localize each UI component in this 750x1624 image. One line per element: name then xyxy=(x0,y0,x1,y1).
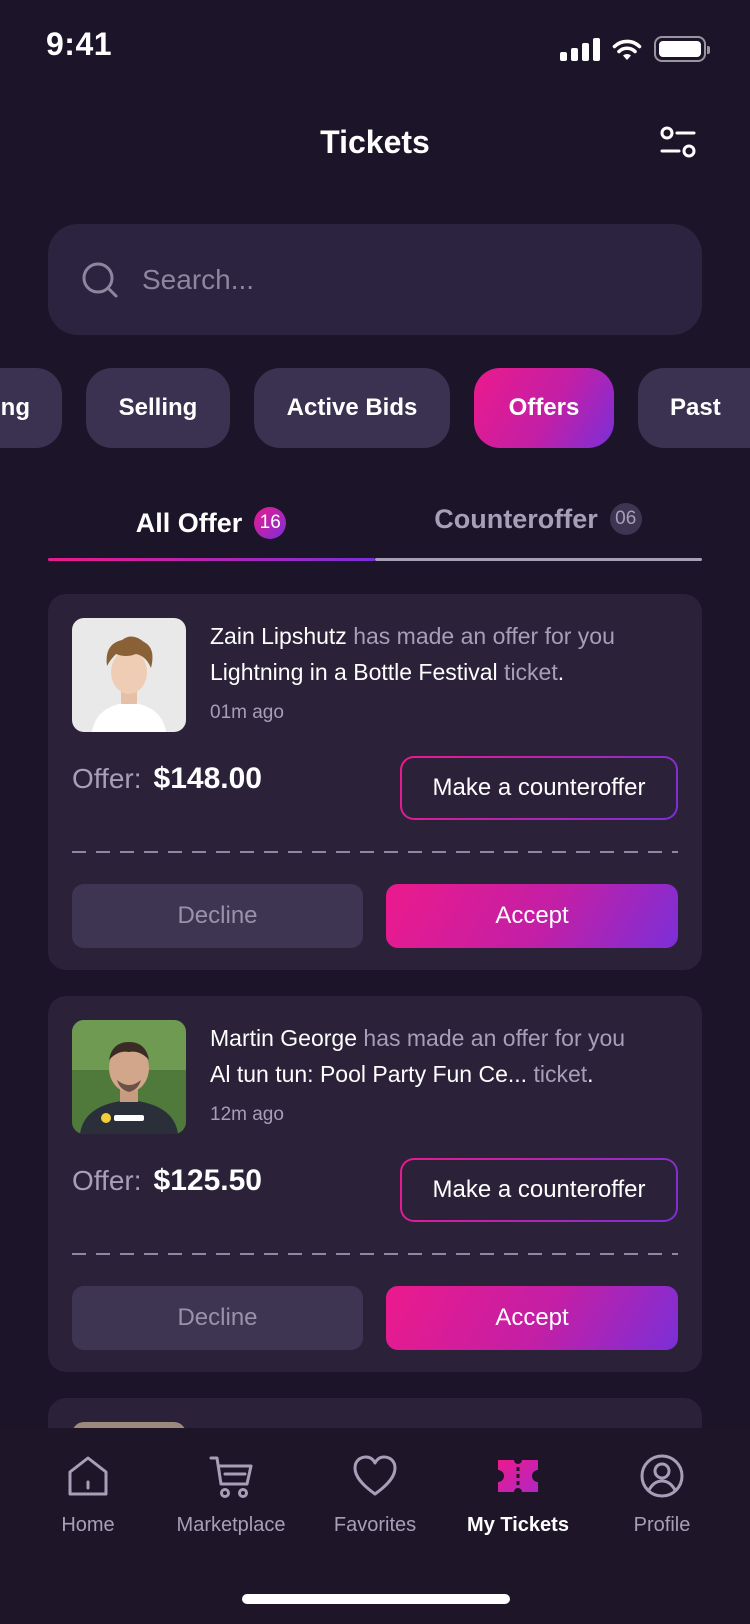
offer-sender-name: Zain Lipshutz xyxy=(210,623,347,649)
divider xyxy=(72,1253,678,1255)
accept-button[interactable]: Accept xyxy=(386,1286,678,1350)
cart-icon xyxy=(209,1456,253,1498)
profile-icon xyxy=(640,1454,684,1498)
search-bar[interactable] xyxy=(48,224,702,335)
make-counteroffer-button[interactable]: Make a counteroffer xyxy=(400,756,678,820)
tab-label: All Offer xyxy=(135,507,243,538)
tab-indicator-inactive xyxy=(375,558,702,561)
tab-count-badge: 16 xyxy=(254,507,287,539)
offer-label: Offer: xyxy=(72,1165,142,1196)
filter-chips: Buying Selling Active Bids Offers Past xyxy=(0,368,750,448)
tab-indicator-active xyxy=(48,558,375,561)
nav-label: Home xyxy=(61,1514,115,1536)
offer-price-row: Offer: $148.00 xyxy=(72,762,262,796)
tab-counteroffer[interactable]: Counteroffer 06 xyxy=(374,484,702,554)
header: Tickets xyxy=(0,110,750,180)
avatar xyxy=(72,618,186,732)
offer-message: Zain Lipshutz has made an offer for you … xyxy=(210,623,615,685)
nav-label: Marketplace xyxy=(176,1514,286,1536)
offer-sender-name: Martin George xyxy=(210,1025,358,1051)
heart-icon xyxy=(353,1455,397,1496)
offer-card: Zain Lipshutz has made an offer for you … xyxy=(48,594,702,970)
wifi-icon xyxy=(612,39,642,60)
chip-active-bids[interactable]: Active Bids xyxy=(254,368,450,448)
offer-price-row: Offer: $125.50 xyxy=(72,1164,262,1198)
status-time: 9:41 xyxy=(46,26,113,62)
offer-event-name[interactable]: Lightning in a Bottle Festival xyxy=(210,659,498,685)
nav-favorites[interactable]: Favorites xyxy=(305,1452,445,1537)
offer-message: Martin George has made an offer for you … xyxy=(210,1025,626,1087)
chip-past[interactable]: Past xyxy=(638,368,750,448)
tab-count-badge: 06 xyxy=(609,503,642,535)
nav-marketplace[interactable]: Marketplace xyxy=(161,1452,301,1537)
decline-button[interactable]: Decline xyxy=(72,884,363,948)
home-icon xyxy=(68,1456,108,1496)
signal-icon xyxy=(560,37,600,61)
offer-event-name[interactable]: Al tun tun: Pool Party Fun Ce... xyxy=(210,1061,527,1087)
ticket-icon xyxy=(498,1460,538,1492)
divider xyxy=(72,851,678,853)
chip-offers[interactable]: Offers xyxy=(474,368,614,448)
make-counteroffer-button[interactable]: Make a counteroffer xyxy=(400,1158,678,1222)
offer-amount: $148.00 xyxy=(153,762,262,795)
tab-label: Counteroffer xyxy=(434,503,598,534)
nav-label: Favorites xyxy=(333,1514,417,1536)
nav-label: Profile xyxy=(633,1514,691,1536)
offer-time: 12m ago xyxy=(210,1104,284,1125)
home-indicator[interactable] xyxy=(242,1594,510,1604)
nav-my-tickets[interactable]: My Tickets xyxy=(448,1452,588,1537)
offer-label: Offer: xyxy=(72,763,142,794)
offer-card: Martin George has made an offer for you … xyxy=(48,996,702,1372)
offer-tabs: All Offer 16 Counteroffer 06 xyxy=(48,488,702,563)
nav-label: My Tickets xyxy=(467,1514,569,1536)
search-input[interactable] xyxy=(142,263,662,296)
chip-selling[interactable]: Selling xyxy=(86,368,230,448)
status-icons xyxy=(560,36,710,62)
page-title: Tickets xyxy=(320,124,430,160)
avatar xyxy=(72,1020,186,1134)
offer-amount: $125.50 xyxy=(153,1164,262,1197)
status-bar: 9:41 xyxy=(0,0,750,95)
chip-buying[interactable]: Buying xyxy=(0,368,62,448)
accept-button[interactable]: Accept xyxy=(386,884,678,948)
nav-profile[interactable]: Profile xyxy=(592,1452,732,1537)
tab-all-offer[interactable]: All Offer 16 xyxy=(48,488,374,558)
battery-icon xyxy=(654,36,710,62)
search-icon xyxy=(82,262,118,297)
decline-button[interactable]: Decline xyxy=(72,1286,363,1350)
nav-home[interactable]: Home xyxy=(18,1452,158,1537)
filter-settings-icon[interactable] xyxy=(658,122,698,162)
offer-time: 01m ago xyxy=(210,702,284,723)
